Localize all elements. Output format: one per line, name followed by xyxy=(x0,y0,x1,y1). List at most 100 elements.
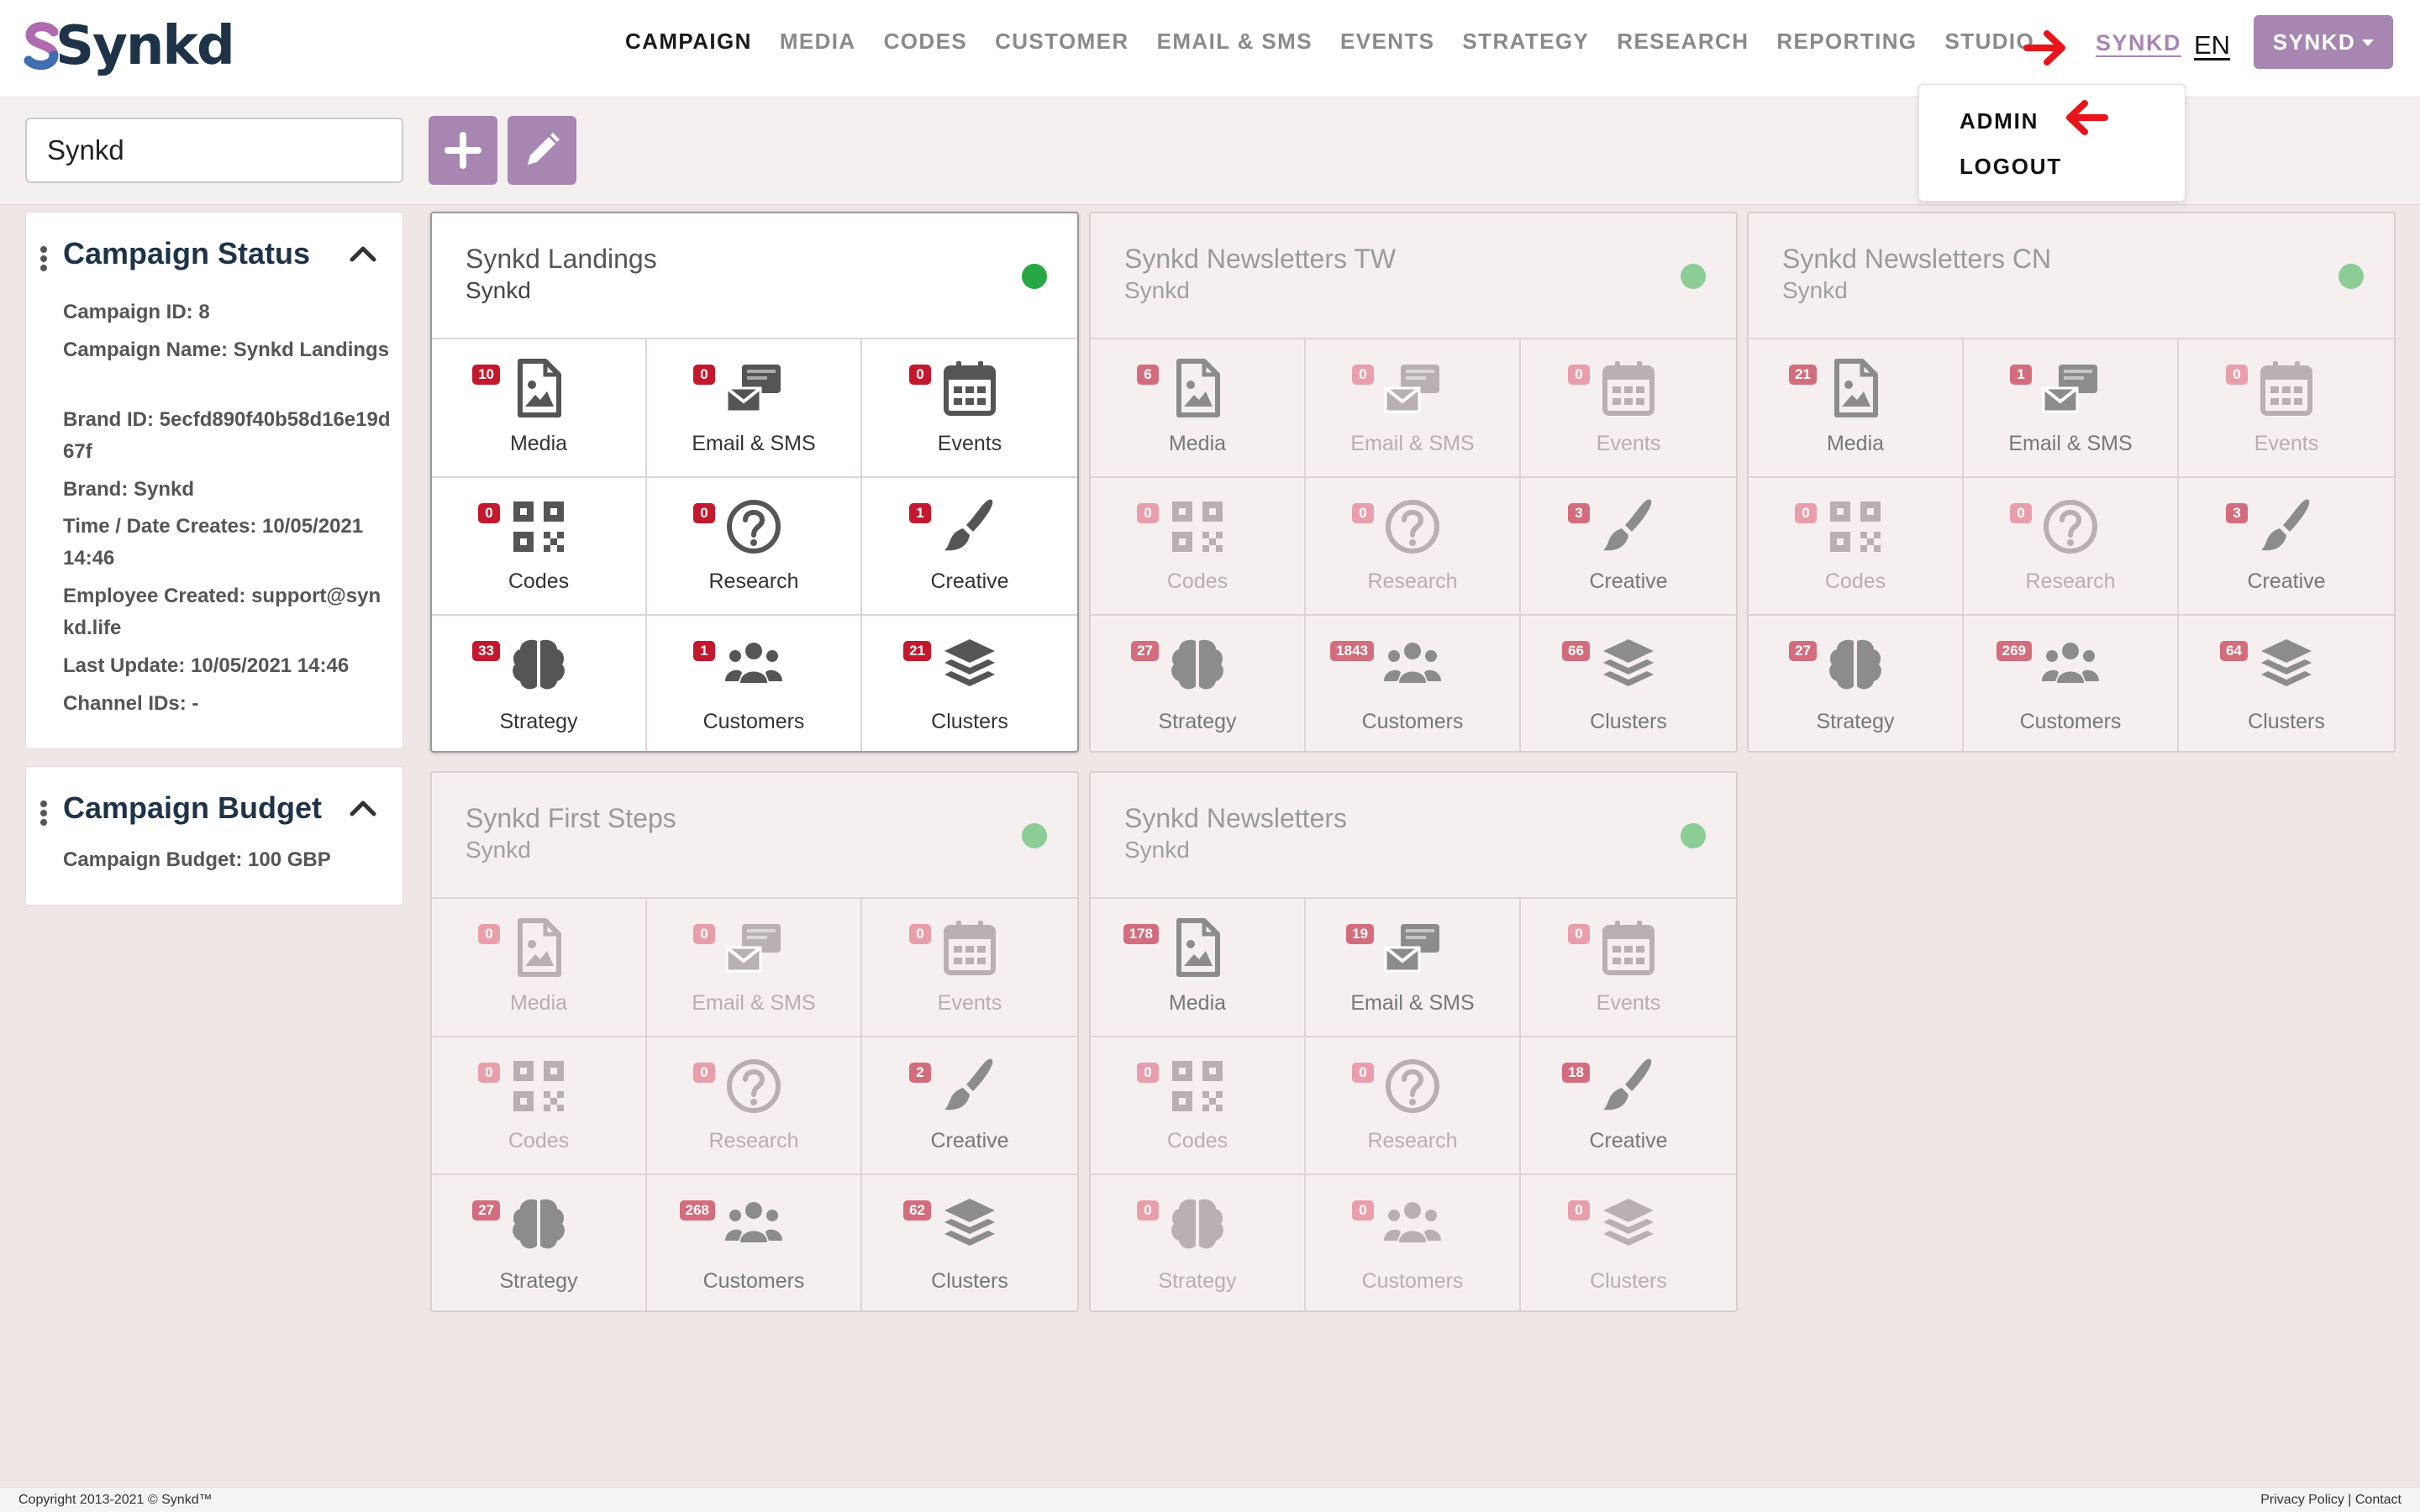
campaign-search-input[interactable] xyxy=(25,118,403,183)
tile-strategy[interactable]: 27 Strategy xyxy=(432,1175,647,1310)
drag-handle-icon[interactable] xyxy=(39,246,48,271)
tile-codes[interactable]: 0 Codes xyxy=(1091,477,1306,617)
tile-customers[interactable]: 1843 Customers xyxy=(1306,616,1521,751)
tile-email-sms[interactable]: 0 Email & SMS xyxy=(1306,339,1521,478)
campaign-card-header[interactable]: Synkd Newsletters CN Synkd xyxy=(1749,213,2394,338)
nav-events[interactable]: EVENTS xyxy=(1340,29,1434,55)
tile-events[interactable]: 0 Events xyxy=(1521,339,1736,478)
edit-campaign-button[interactable] xyxy=(508,116,576,185)
tile-email-sms[interactable]: 0 Email & SMS xyxy=(647,339,862,478)
tile-clusters[interactable]: 62 Clusters xyxy=(862,1175,1077,1310)
tile-label: Codes xyxy=(1166,1129,1228,1153)
tile-media[interactable]: 0 Media xyxy=(432,899,647,1037)
campaign-card-header[interactable]: Synkd Newsletters Synkd xyxy=(1091,773,1736,897)
campaign-card-header[interactable]: Synkd Newsletters TW Synkd xyxy=(1091,213,1736,338)
campaign-card[interactable]: Synkd Newsletters CN Synkd 21 Media 1 Email &… xyxy=(1747,212,2396,753)
layers-icon xyxy=(2256,634,2317,695)
nav-media[interactable]: MEDIA xyxy=(780,29,856,55)
count-badge: 1 xyxy=(909,502,931,523)
channel-ids: Channel IDs: - xyxy=(63,692,199,715)
campaign-card[interactable]: Synkd First Steps Synkd 0 Media 0 Email & SMS… xyxy=(430,771,1079,1312)
tile-codes[interactable]: 0 Codes xyxy=(432,1037,647,1176)
nav-campaign[interactable]: CAMPAIGN xyxy=(625,29,752,55)
tile-email-sms[interactable]: 0 Email & SMS xyxy=(647,899,862,1037)
tile-events[interactable]: 0 Events xyxy=(1521,899,1736,1037)
tile-codes[interactable]: 0 Codes xyxy=(432,477,647,617)
tile-media[interactable]: 21 Media xyxy=(1749,339,1964,478)
campaign-card[interactable]: Synkd Newsletters TW Synkd 6 Media 0 Email & … xyxy=(1089,212,1738,753)
nav-reporting[interactable]: REPORTING xyxy=(1776,29,1917,55)
tile-media[interactable]: 178 Media xyxy=(1091,899,1306,1037)
menu-item-logout[interactable]: LOGOUT xyxy=(1960,154,2062,180)
tile-label: Codes xyxy=(1824,570,1886,594)
calendar-icon xyxy=(939,358,1000,418)
campaign-card-header[interactable]: Synkd First Steps Synkd xyxy=(432,773,1077,897)
tile-creative[interactable]: 1 Creative xyxy=(862,478,1077,617)
tile-events[interactable]: 0 Events xyxy=(862,339,1077,478)
tile-research[interactable]: 0 Research xyxy=(1306,477,1521,617)
tile-strategy[interactable]: 33 Strategy xyxy=(432,616,647,751)
time-date-created: Time / Date Creates: 10/05/2021 14:46 xyxy=(63,515,364,570)
campaign-card-header[interactable]: Synkd Landings Synkd xyxy=(432,213,1077,338)
tile-email-sms[interactable]: 1 Email & SMS xyxy=(1964,339,2179,478)
campaign-card[interactable]: Synkd Newsletters Synkd 178 Media 19 Email & … xyxy=(1089,771,1738,1312)
tile-research[interactable]: 0 Research xyxy=(1306,1037,1521,1176)
synkd-logo[interactable]: Synkd xyxy=(24,15,235,77)
count-badge: 10 xyxy=(472,365,500,385)
tile-creative[interactable]: 3 Creative xyxy=(2179,478,2394,617)
tile-clusters[interactable]: 21 Clusters xyxy=(862,616,1077,751)
tile-creative[interactable]: 3 Creative xyxy=(1521,478,1736,617)
tile-events[interactable]: 0 Events xyxy=(2179,339,2394,478)
count-badge: 66 xyxy=(1562,641,1590,662)
tile-events[interactable]: 0 Events xyxy=(862,899,1077,1037)
footer-links[interactable]: Privacy Policy | Contact xyxy=(2260,1493,2402,1508)
qr-code-icon xyxy=(1825,496,1886,557)
tile-label: Clusters xyxy=(2248,710,2325,733)
nav-email-sms[interactable]: EMAIL & SMS xyxy=(1157,29,1313,55)
image-file-icon xyxy=(508,917,569,978)
status-indicator-icon xyxy=(1022,823,1047,848)
nav-research[interactable]: RESEARCH xyxy=(1617,29,1749,55)
tile-research[interactable]: 0 Research xyxy=(647,1037,862,1176)
tile-research[interactable]: 0 Research xyxy=(1964,477,2179,617)
user-menu-button[interactable]: SYNKD xyxy=(2254,15,2393,69)
tile-customers[interactable]: 269 Customers xyxy=(1964,616,2179,751)
tile-codes[interactable]: 0 Codes xyxy=(1749,477,1964,617)
menu-item-admin[interactable]: ADMIN xyxy=(1960,108,2039,134)
tile-customers[interactable]: 0 Customers xyxy=(1306,1175,1521,1310)
tile-media[interactable]: 6 Media xyxy=(1091,339,1306,478)
status-indicator-icon xyxy=(1022,264,1047,289)
campaign-card[interactable]: Synkd Landings Synkd 10 Media 0 Email & SMS 0 E… xyxy=(430,212,1079,753)
drag-handle-icon[interactable] xyxy=(39,801,48,826)
email-sms-icon xyxy=(1382,358,1443,418)
tile-strategy[interactable]: 27 Strategy xyxy=(1091,616,1306,751)
tile-creative[interactable]: 18 Creative xyxy=(1521,1037,1736,1176)
nav-strategy[interactable]: STRATEGY xyxy=(1462,29,1589,55)
nav-codes[interactable]: CODES xyxy=(884,29,967,55)
tile-strategy[interactable]: 27 Strategy xyxy=(1749,616,1964,751)
count-badge: 0 xyxy=(909,365,931,385)
campaign-brand: Synkd xyxy=(466,277,531,303)
chevron-up-icon[interactable] xyxy=(349,799,377,817)
chevron-up-icon[interactable] xyxy=(349,244,377,263)
add-campaign-button[interactable] xyxy=(429,116,497,185)
tile-clusters[interactable]: 64 Clusters xyxy=(2179,616,2394,751)
tile-codes[interactable]: 0 Codes xyxy=(1091,1037,1306,1176)
count-badge: 21 xyxy=(903,641,931,662)
nav-studio[interactable]: STUDIO xyxy=(1945,29,2035,55)
tile-media[interactable]: 10 Media xyxy=(432,339,647,478)
email-sms-icon xyxy=(723,917,784,978)
count-badge: 27 xyxy=(1131,641,1159,662)
tile-creative[interactable]: 2 Creative xyxy=(862,1037,1077,1176)
tile-strategy[interactable]: 0 Strategy xyxy=(1091,1175,1306,1310)
tile-email-sms[interactable]: 19 Email & SMS xyxy=(1306,899,1521,1037)
tile-clusters[interactable]: 66 Clusters xyxy=(1521,616,1736,751)
tile-research[interactable]: 0 Research xyxy=(647,477,862,617)
nav-customer[interactable]: CUSTOMER xyxy=(995,29,1129,55)
tile-customers[interactable]: 1 Customers xyxy=(647,616,862,751)
user-account-link[interactable]: SYNKD xyxy=(2096,30,2181,56)
language-selector[interactable]: EN xyxy=(2194,30,2230,60)
tile-clusters[interactable]: 0 Clusters xyxy=(1521,1175,1736,1310)
tile-customers[interactable]: 268 Customers xyxy=(647,1175,862,1310)
count-badge: 0 xyxy=(478,1062,500,1083)
